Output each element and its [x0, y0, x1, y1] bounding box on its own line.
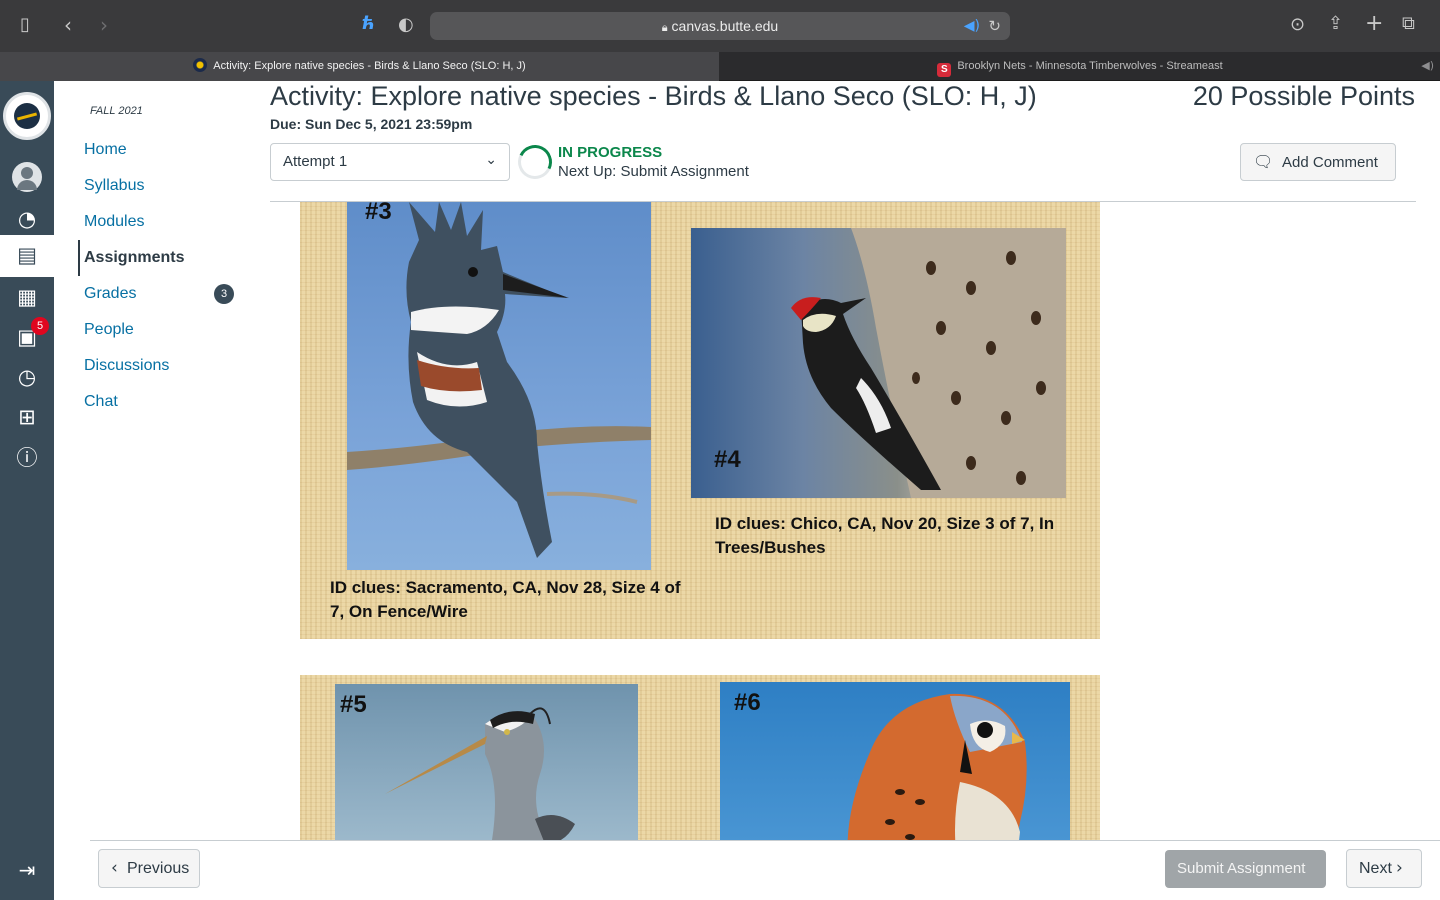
next-label: Next [1359, 860, 1392, 877]
next-button[interactable]: Next › [1346, 849, 1422, 888]
previous-button[interactable]: ‹ Previous [98, 849, 200, 888]
attempt-select[interactable]: Attempt 1 ⌄ [270, 143, 510, 181]
add-comment-button[interactable]: 🗨︎ Add Comment [1240, 143, 1396, 181]
new-tab-icon[interactable]: + [1365, 13, 1383, 35]
woodpecker-photo [691, 228, 1066, 498]
slide: #5 #6 [300, 675, 1100, 840]
tab-streameast[interactable]: S Brooklyn Nets - Minnesota Timberwolves … [720, 52, 1440, 81]
history-icon[interactable]: ◷ [0, 357, 54, 397]
tabs-overview-icon[interactable]: ⧉ [1402, 14, 1415, 34]
due-date: Due: Sun Dec 5, 2021 23:59pm [270, 116, 473, 132]
page-title: Activity: Explore native species - Birds… [270, 81, 1037, 111]
course-nav-syllabus[interactable]: Syllabus [84, 177, 144, 195]
courses-icon[interactable]: ▤ [0, 235, 54, 277]
tab-title: Brooklyn Nets - Minnesota Timberwolves -… [957, 60, 1223, 72]
term-label: FALL 2021 [90, 105, 143, 117]
inbox-icon[interactable]: ▣ 5 [0, 317, 54, 357]
global-nav: ◔ ▤ ▦ ▣ 5 ◷ ⊞ ⓘ ⇥ [0, 81, 54, 900]
course-nav-chat[interactable]: Chat [84, 393, 118, 411]
kestrel-photo [720, 682, 1070, 840]
bird-number-5: #5 [340, 691, 367, 718]
account-icon[interactable] [0, 157, 54, 197]
previous-label: Previous [127, 860, 190, 877]
comment-icon: 🗨︎ [1253, 152, 1274, 171]
help-icon[interactable]: ⓘ [0, 438, 54, 478]
school-logo[interactable] [3, 92, 51, 140]
status-label: IN PROGRESS [558, 144, 663, 161]
browser-toolbar: ▯ ‹ › ћ ◐ 🔒︎ canvas.butte.edu ◀) ↻ ⊙ ⇪ +… [0, 0, 1440, 52]
bird-number-3: #3 [365, 202, 392, 225]
share-icon[interactable]: ⇪ [1328, 14, 1343, 34]
chevron-down-icon: ⌄ [485, 152, 497, 168]
tab-title: Activity: Explore native species - Birds… [213, 60, 526, 72]
submit-assignment-button[interactable]: Submit Assignment [1165, 850, 1326, 888]
assignment-content[interactable]: #3 #4 ID clues: Sacramento, CA, Nov 28, … [270, 202, 1440, 840]
course-nav-home[interactable]: Home [84, 141, 127, 159]
reload-icon[interactable]: ↻ [988, 16, 1001, 36]
url-text: canvas.butte.edu [671, 18, 779, 34]
sidebar-icon[interactable]: ▯ [20, 15, 30, 35]
canvas-favicon-icon [193, 58, 208, 72]
next-up-label: Next Up: Submit Assignment [558, 163, 749, 180]
submit-label: Submit Assignment [1177, 860, 1306, 877]
chevron-right-icon: › [1396, 858, 1403, 878]
collapse-nav-icon[interactable]: ⇥ [0, 858, 54, 882]
dashboard-icon[interactable]: ◔ [0, 199, 54, 239]
address-bar[interactable]: 🔒︎ canvas.butte.edu ◀) ↻ [430, 12, 1010, 40]
attempt-value: Attempt 1 [283, 153, 348, 170]
forward-icon[interactable]: › [100, 15, 108, 35]
bird-number-4: #4 [714, 446, 741, 473]
tab-bar: Activity: Explore native species - Birds… [0, 52, 1440, 81]
mute-icon[interactable]: ◀) [1421, 52, 1434, 80]
studio-icon[interactable]: ⊞ [0, 397, 54, 437]
add-comment-label: Add Comment [1282, 154, 1378, 171]
grades-badge: 3 [214, 284, 234, 304]
heron-photo [335, 684, 638, 840]
streameast-favicon-icon: S [937, 63, 952, 77]
inbox-badge: 5 [31, 317, 49, 335]
course-nav-grades[interactable]: Grades [84, 285, 136, 303]
download-icon[interactable]: ⊙ [1290, 15, 1305, 35]
lock-icon: 🔒︎ [661, 21, 668, 34]
calendar-icon[interactable]: ▦ [0, 277, 54, 317]
slide: #3 #4 ID clues: Sacramento, CA, Nov 28, … [300, 202, 1100, 639]
extension-icon[interactable]: ћ [362, 14, 375, 34]
course-nav-people[interactable]: People [84, 321, 134, 339]
bird-number-6: #6 [734, 689, 761, 716]
course-nav-modules[interactable]: Modules [84, 213, 144, 231]
course-nav-discussions[interactable]: Discussions [84, 357, 169, 375]
audio-icon[interactable]: ◀) [964, 16, 980, 36]
active-nav-marker [78, 240, 80, 276]
bird-3-clue: ID clues: Sacramento, CA, Nov 28, Size 4… [330, 578, 681, 621]
chevron-left-icon: ‹ [111, 858, 118, 878]
possible-points: 20 Possible Points [1192, 81, 1415, 111]
bird-4-clue: ID clues: Chico, CA, Nov 20, Size 3 of 7… [715, 514, 1055, 557]
tab-canvas[interactable]: Activity: Explore native species - Birds… [0, 52, 719, 81]
back-icon[interactable]: ‹ [64, 15, 72, 35]
footer-divider [90, 840, 1440, 841]
kingfisher-photo [347, 202, 651, 570]
shield-icon[interactable]: ◐ [398, 15, 414, 35]
course-nav-assignments[interactable]: Assignments [84, 249, 184, 267]
progress-ring-icon [513, 140, 557, 184]
